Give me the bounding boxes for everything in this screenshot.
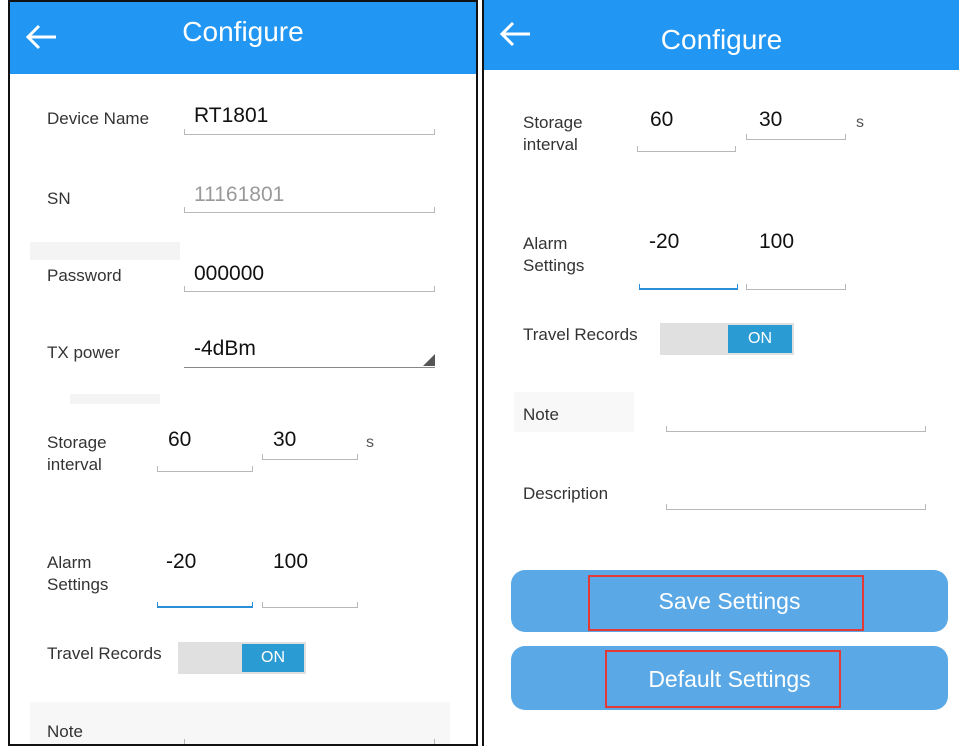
dropdown-triangle-icon [423,354,435,366]
travel-records-label: Travel Records [47,644,162,663]
description-underline [666,504,926,510]
sn-field[interactable]: 11161801 [182,175,437,215]
note-label: Note [523,405,559,424]
alarm-high-field[interactable]: 100 [262,542,358,610]
description-label: Description [523,484,609,503]
toggle-on-state: ON [242,644,304,672]
app-bar: Configure [10,2,476,74]
toggle-on-state: ON [728,325,792,353]
note-label: Note [47,722,83,741]
row-separator [30,242,180,260]
sn-value: 11161801 [194,183,285,206]
left-screen: Configure Device Name RT1801 SN 11161801… [8,0,478,746]
storage-interval-value-2: 30 [273,428,297,451]
device-name-field[interactable]: RT1801 [182,97,437,137]
storage-interval-underline-1 [637,146,736,152]
alarm-high-underline [262,602,358,608]
alarm-high-value: 100 [759,230,795,253]
alarm-high-value: 100 [273,550,309,573]
sn-label: SN [47,189,71,208]
alarm-settings-label-line1: Alarm [523,234,568,253]
device-name-label: Device Name [47,109,150,128]
alarm-low-value: -20 [649,230,680,253]
alarm-low-field[interactable]: -20 [637,222,738,292]
storage-interval-value-1: 60 [168,428,192,451]
default-highlight-box [605,650,841,708]
password-label: Password [47,266,122,285]
travel-records-toggle[interactable]: ON [660,323,794,355]
storage-interval-value-1: 60 [650,108,674,131]
alarm-low-underline [157,602,253,608]
storage-interval-label-line2: interval [47,455,102,474]
travel-records-toggle[interactable]: ON [178,642,306,674]
alarm-high-field[interactable]: 100 [746,222,846,292]
sn-underline [184,207,435,213]
right-screen: Configure Storage interval 60 30 s Alarm… [482,0,959,746]
storage-interval-label-line2: interval [523,135,578,154]
storage-interval-label-line1: Storage [523,113,583,132]
alarm-settings-label-line2: Settings [47,575,109,594]
description-field[interactable] [664,478,928,512]
note-underline [184,739,435,744]
device-name-value: RT1801 [194,104,269,127]
tx-power-select[interactable]: -4dBm [182,330,437,370]
tx-power-label: TX power [47,343,120,362]
storage-interval-underline-2 [262,454,358,460]
storage-interval-underline-2 [746,134,846,140]
alarm-low-underline [639,284,738,290]
save-highlight-box [588,575,864,631]
alarm-settings-label-line1: Alarm [47,553,92,572]
password-field[interactable]: 000000 [182,254,437,294]
password-value: 000000 [194,262,265,285]
note-field[interactable] [182,737,437,744]
alarm-low-value: -20 [166,550,197,573]
device-name-underline [184,129,435,135]
page-title: Configure [660,24,783,55]
alarm-low-field[interactable]: -20 [155,542,253,610]
password-underline [184,286,435,292]
storage-interval-field-2[interactable]: 30 [262,422,358,462]
storage-interval-unit: s [856,114,864,131]
storage-interval-field-1[interactable]: 60 [637,102,736,154]
storage-interval-unit: s [366,434,374,451]
row-separator [70,394,160,404]
page-title: Configure [182,16,304,47]
alarm-settings-label-line2: Settings [523,256,585,275]
tx-power-underline [184,367,435,368]
app-bar: Configure [484,0,959,70]
storage-interval-field-2[interactable]: 30 [746,102,846,142]
storage-interval-underline-1 [157,466,253,472]
storage-interval-label-line1: Storage [47,433,107,452]
storage-interval-value-2: 30 [759,108,783,131]
note-underline [666,426,926,432]
travel-records-label: Travel Records [523,325,638,344]
tx-power-value: -4dBm [194,337,256,360]
alarm-high-underline [746,284,846,290]
storage-interval-field-1[interactable]: 60 [157,422,253,474]
note-field[interactable] [664,400,928,434]
